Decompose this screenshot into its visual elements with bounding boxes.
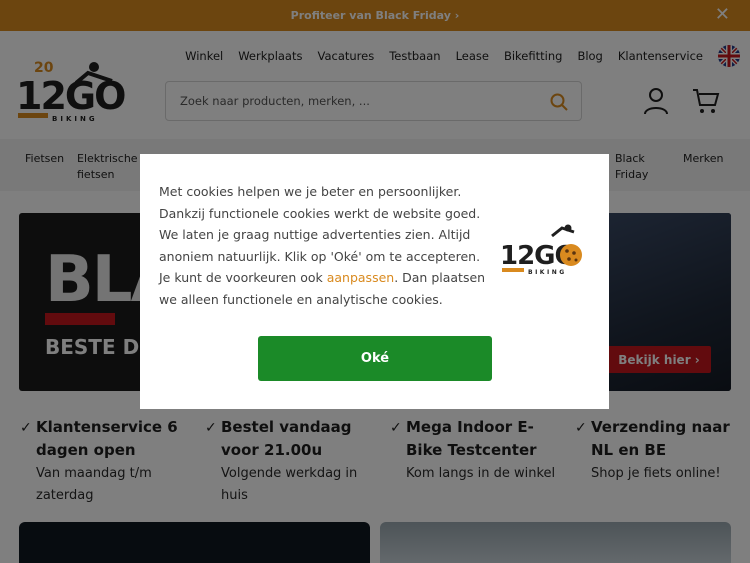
cookie-dialog: Met cookies helpen we je beter en persoo…: [140, 154, 609, 409]
cookie-logo: 12GO BIKING: [500, 222, 590, 282]
cookie-message: Met cookies helpen we je beter en persoo…: [159, 181, 489, 310]
logo-sub: BIKING: [528, 269, 567, 276]
accept-cookies-button[interactable]: Oké: [258, 336, 492, 381]
cookie-preferences-link[interactable]: aanpassen: [327, 270, 394, 285]
